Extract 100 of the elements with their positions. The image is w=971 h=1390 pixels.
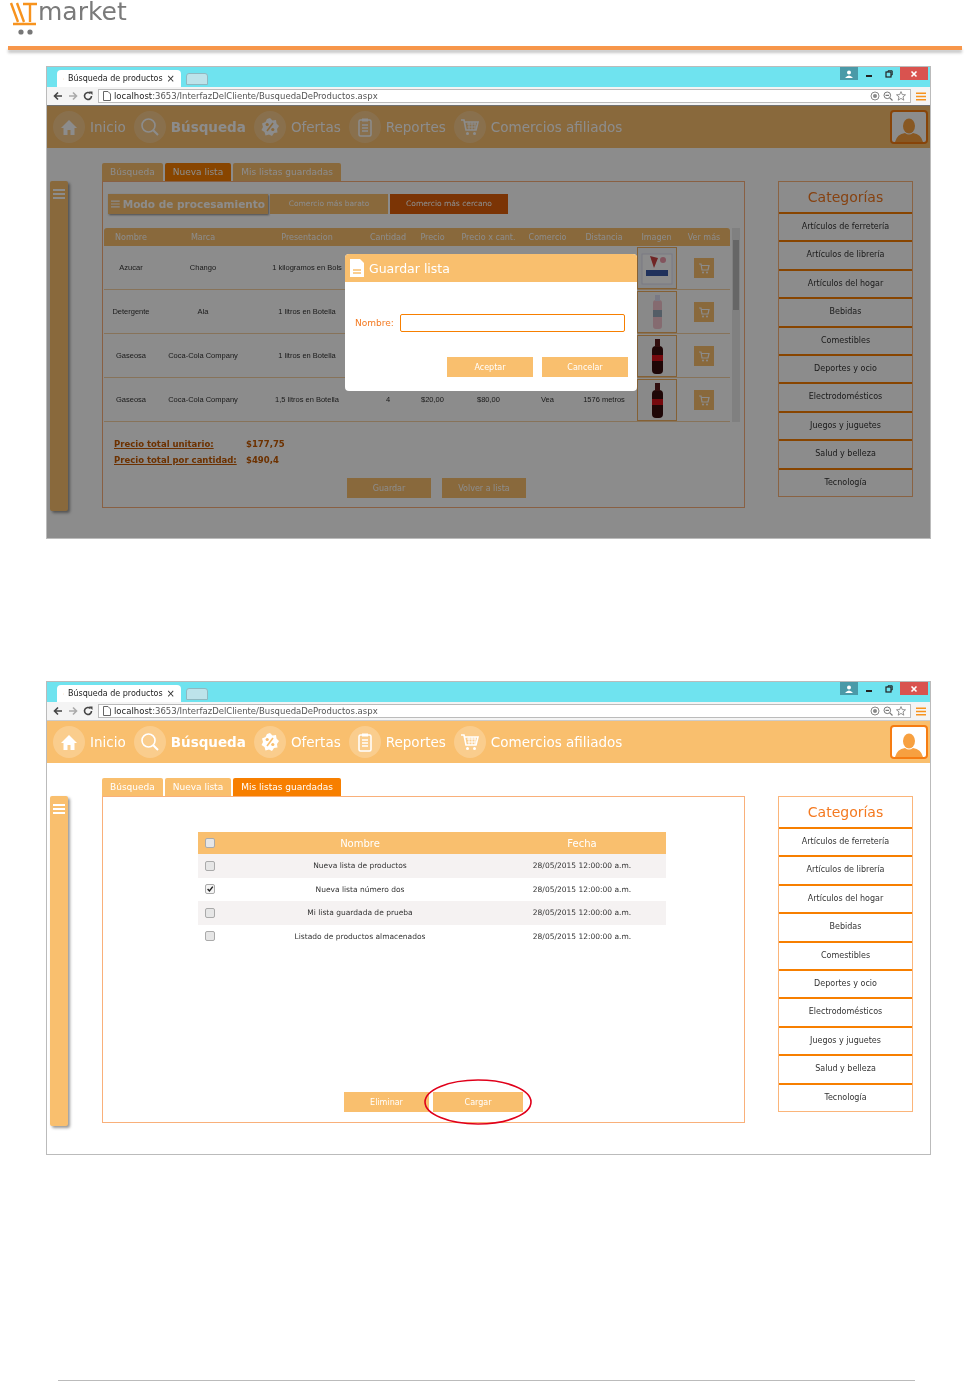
location-icon[interactable] (870, 91, 880, 101)
user-silhouette-icon (894, 116, 924, 142)
category-item[interactable]: Juegos y juguetes (779, 1025, 912, 1055)
back-icon[interactable] (53, 91, 63, 101)
close-button[interactable] (900, 67, 928, 80)
category-item[interactable]: Bebidas (779, 297, 912, 326)
cart-button[interactable] (694, 301, 714, 322)
house-icon (59, 117, 79, 137)
category-item[interactable]: Bebidas (779, 912, 912, 941)
categories-title: Categorías (806, 188, 885, 207)
column-header: Nombre (115, 232, 147, 242)
dialog-title: Guardar lista (369, 260, 450, 276)
category-item[interactable]: Artículos de librería (779, 855, 912, 884)
reload-icon[interactable] (83, 706, 93, 716)
category-item[interactable]: Artículos del hogar (779, 883, 912, 913)
close-icon (910, 69, 918, 78)
cart-icon (698, 349, 710, 362)
location-icon[interactable] (870, 706, 880, 716)
page-icon (103, 706, 111, 716)
forward-icon[interactable] (68, 706, 78, 716)
back-icon[interactable] (53, 706, 63, 716)
page-icon (103, 91, 111, 101)
column-header: Fecha (567, 837, 597, 849)
name-input-field[interactable] (399, 314, 625, 332)
category-item[interactable]: Deportes y ocio (779, 968, 912, 998)
category-item[interactable]: Juegos y juguetes (779, 410, 912, 440)
categories-title: Categorías (806, 803, 885, 822)
menu-icon[interactable] (916, 706, 926, 716)
category-item[interactable]: Comestibles (779, 940, 912, 969)
column-header: Nombre (340, 837, 380, 849)
zoom-out-icon[interactable] (883, 91, 893, 101)
row-checkbox[interactable] (205, 884, 215, 895)
address-field[interactable]: localhost:3653/InterfazDelCliente/BusquedaDeProductos.aspx (98, 704, 911, 718)
profile-button[interactable] (890, 110, 928, 144)
category-item[interactable]: Salud y belleza (779, 439, 912, 468)
scrollbar[interactable] (732, 228, 740, 422)
category-item[interactable]: Tecnología (779, 467, 912, 496)
category-item[interactable]: Comestibles (779, 325, 912, 354)
star-icon[interactable] (896, 706, 906, 716)
select-all-checkbox[interactable] (205, 838, 215, 848)
menu-icon[interactable] (916, 91, 926, 101)
row-checkbox[interactable] (205, 931, 215, 942)
category-item[interactable]: Electrodomésticos (779, 382, 912, 411)
row-checkbox[interactable] (205, 860, 215, 871)
field-label: Nombre: (355, 318, 394, 328)
reload-icon[interactable] (83, 91, 93, 101)
column-header: Precio (420, 232, 445, 242)
restore-icon (885, 69, 893, 78)
zoom-out-icon[interactable] (883, 706, 893, 716)
row-checkbox[interactable] (205, 907, 215, 918)
category-item[interactable]: Artículos de librería (779, 240, 912, 269)
total-value: $490,4 (246, 455, 279, 465)
column-header: Presentacion (281, 232, 333, 242)
search-icon (139, 732, 160, 752)
percent-badge-icon (259, 117, 280, 137)
cart-button[interactable] (694, 345, 714, 366)
column-header: Imagen (641, 232, 672, 242)
user-silhouette-icon (894, 731, 924, 757)
column-header: Precio x cant. (461, 232, 516, 242)
cart-button[interactable] (694, 389, 714, 410)
tab-close-button[interactable]: × (166, 688, 175, 699)
category-item[interactable]: Artículos de ferretería (779, 212, 912, 241)
cart-icon (698, 305, 710, 318)
browser-tab[interactable]: Búsqueda de productos × (57, 685, 181, 702)
document-icon (349, 258, 365, 278)
cart-icon (459, 117, 480, 137)
category-item[interactable]: Deportes y ocio (779, 353, 912, 383)
column-header: Cantidad (370, 232, 406, 242)
percent-badge-icon (259, 732, 280, 752)
category-item[interactable]: Salud y belleza (779, 1054, 912, 1083)
cart-icon (698, 261, 710, 274)
total-label: Precio total por cantidad: (114, 455, 238, 465)
menu-icon (111, 198, 120, 210)
column-header: Comercio (528, 232, 567, 242)
cart-logo-icon (9, 0, 39, 36)
cart-icon (698, 393, 710, 406)
column-header: Ver más (687, 232, 721, 242)
person-icon (845, 69, 853, 78)
cart-icon (459, 732, 480, 752)
total-label: Precio total unitario: (114, 439, 215, 449)
column-header: Distancia (585, 232, 623, 242)
category-item[interactable]: Electrodomésticos (779, 997, 912, 1026)
restore-icon (885, 684, 893, 693)
person-icon (845, 684, 853, 693)
star-icon[interactable] (896, 91, 906, 101)
profile-button[interactable] (890, 725, 928, 759)
house-icon (59, 732, 79, 752)
category-item[interactable]: Artículos de ferretería (779, 827, 912, 856)
new-tab-button[interactable] (186, 688, 208, 700)
column-header: Marca (190, 232, 216, 242)
forward-icon[interactable] (68, 91, 78, 101)
category-item[interactable]: Tecnología (779, 1082, 912, 1111)
address-field[interactable]: localhost:3653/InterfazDelCliente/BusquedaDeProductos.aspx (98, 89, 911, 103)
browser-tab[interactable]: Búsqueda de productos × (57, 70, 181, 87)
total-value: $177,75 (246, 439, 285, 449)
new-tab-button[interactable] (186, 73, 208, 85)
tab-close-button[interactable]: × (166, 73, 175, 84)
close-button[interactable] (900, 682, 928, 695)
category-item[interactable]: Artículos del hogar (779, 268, 912, 298)
cart-button[interactable] (694, 257, 714, 278)
